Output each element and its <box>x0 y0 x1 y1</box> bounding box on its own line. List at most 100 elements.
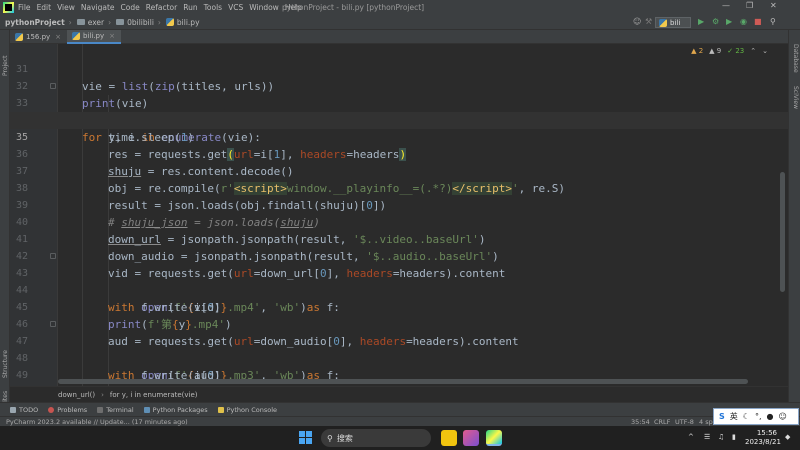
tab-bili-py[interactable]: bili.py × <box>67 30 122 44</box>
coverage-icon[interactable]: ▶ <box>726 17 732 26</box>
nav-crumb-project[interactable]: pythonProject <box>5 18 65 27</box>
volume-icon[interactable]: ♫ <box>718 433 724 441</box>
microphone-icon[interactable]: ● <box>766 412 773 421</box>
punctuation-icon[interactable]: °, <box>755 412 762 421</box>
caret-position[interactable]: 35:54 <box>631 418 650 426</box>
menu-file[interactable]: File <box>18 3 31 12</box>
run-configuration-select[interactable]: bili <box>655 17 691 28</box>
code-line[interactable]: 36 shuju = res.content.decode() <box>10 129 788 178</box>
python-console-label: Python Console <box>226 405 278 414</box>
code-line[interactable]: 47 with open(f'{i[0]}.mp3', 'wb')as f: <box>10 316 788 382</box>
database-tool-button[interactable]: Database <box>792 44 799 73</box>
minimize-icon[interactable]: — <box>722 1 730 10</box>
python-console-tool-button[interactable]: Python Console <box>217 405 278 414</box>
code-line[interactable]: 42 vid = requests.get(url=down_url[0], h… <box>10 231 788 280</box>
windows-start-icon[interactable] <box>299 431 312 444</box>
line-separator[interactable]: CRLF <box>654 418 670 426</box>
close-icon[interactable]: × <box>109 32 115 40</box>
navigation-bar: pythonProject › exer › 0bilibili › bili.… <box>0 15 800 30</box>
menu-navigate[interactable]: Navigate <box>81 3 115 12</box>
chevron-right-icon: › <box>68 17 72 27</box>
system-clock[interactable]: 15:56 2023/8/21 <box>745 429 781 447</box>
left-tool-strip: Project Structure Favorites <box>0 30 10 418</box>
code-line[interactable]: 33 for y, i in enumerate(vie): <box>10 78 788 144</box>
code-editor[interactable]: ▲ 2 ▲ 9 ✓ 23 ⌃ ⌄ 31 vie = list(zip(title… <box>10 44 788 386</box>
user-icon[interactable]: ☺ <box>633 17 641 26</box>
code-line[interactable]: 34 time.sleep(1) <box>10 95 788 144</box>
nav-crumb-exer[interactable]: exer <box>76 18 104 27</box>
code-line[interactable]: 45 print(f'第{y}.mp4') <box>10 282 788 331</box>
menu-edit[interactable]: Edit <box>37 3 52 12</box>
python-file-icon <box>72 32 81 40</box>
nav-crumb-file[interactable]: bili.py <box>165 18 200 27</box>
code-line-current[interactable]: 35 res = requests.get(url=i[1], headers=… <box>10 112 788 161</box>
breadcrumb-function[interactable]: down_url() <box>58 391 95 399</box>
indent-setting[interactable]: 4 sp <box>699 418 713 426</box>
restore-icon[interactable]: ❐ <box>746 1 753 10</box>
code-line[interactable]: 39 # shuju_json = json.loads(shuju) <box>10 180 788 229</box>
search-icon: ⚲ <box>327 433 333 443</box>
project-tool-button[interactable]: Project <box>2 55 9 76</box>
sciview-tool-button[interactable]: SciView <box>792 86 799 109</box>
close-icon[interactable]: ✕ <box>770 1 777 10</box>
code-line[interactable]: 32 print(vie) <box>10 61 788 110</box>
fold-marker-icon[interactable] <box>50 253 56 259</box>
media-app-icon[interactable] <box>463 430 479 446</box>
tray-overflow-icon[interactable]: ^ <box>688 433 694 441</box>
close-icon[interactable]: × <box>55 33 61 41</box>
run-icon[interactable]: ▶ <box>698 17 704 26</box>
notification-icon[interactable]: ◆ <box>785 433 790 441</box>
pycharm-taskbar-icon[interactable] <box>486 430 502 446</box>
python-packages-tool-button[interactable]: Python Packages <box>143 406 208 414</box>
ime-toolbar[interactable]: S 英 ☾ °, ● ☺ <box>713 408 799 425</box>
update-notification[interactable]: PyCharm 2023.2 available // Update... (1… <box>6 418 188 426</box>
code-line[interactable]: 44 f.write(vid) <box>10 265 788 314</box>
hammer-icon[interactable]: ⚒ <box>645 17 652 26</box>
menu-refactor[interactable]: Refactor <box>146 3 177 12</box>
structure-tool-button[interactable]: Structure <box>2 350 9 378</box>
menu-window[interactable]: Window <box>249 3 279 12</box>
code-line[interactable]: 43 with open(f'{i[0]}.mp4', 'wb')as f: <box>10 248 788 314</box>
todo-tool-button[interactable]: TODO <box>10 406 38 414</box>
menu-code[interactable]: Code <box>121 3 140 12</box>
taskbar-search-label: 搜索 <box>336 433 353 443</box>
code-line[interactable]: 38 result = json.loads(obj.findall(shuju… <box>10 163 788 212</box>
profile-icon[interactable]: ◉ <box>740 17 747 26</box>
fold-marker-icon[interactable] <box>50 321 56 327</box>
problems-tool-button[interactable]: Problems <box>48 406 87 414</box>
ime-language[interactable]: 英 <box>730 411 738 422</box>
menu-tools[interactable]: Tools <box>204 3 222 12</box>
code-line[interactable]: 37 obj = re.compile(r'<script>window.__p… <box>10 146 788 195</box>
moon-icon[interactable]: ☾ <box>743 412 750 421</box>
nav-crumb-bilibili[interactable]: 0bilibili <box>116 18 154 27</box>
user-icon[interactable]: ☺ <box>778 412 786 421</box>
menu-view[interactable]: View <box>57 3 75 12</box>
search-icon[interactable]: ⚲ <box>770 17 776 26</box>
python-file-icon <box>165 18 174 26</box>
nav-crumb-bilibili-label: 0bilibili <box>127 17 154 27</box>
battery-icon[interactable]: ▮ <box>732 433 736 441</box>
code-line[interactable]: 49 print(f'第{y}.mp3') <box>10 350 788 381</box>
code-breadcrumb: down_url() › for y, i in enumerate(vie) <box>10 386 788 402</box>
code-line[interactable]: 48 f.write(aud) <box>10 333 788 382</box>
code-line[interactable]: 46 aud = requests.get(url=down_audio[0],… <box>10 299 788 348</box>
menu-vcs[interactable]: VCS <box>228 3 243 12</box>
code-line[interactable]: 41 down_audio = jsonpath.jsonpath(result… <box>10 214 788 263</box>
taskbar-search[interactable]: ⚲ 搜索 <box>321 429 431 447</box>
terminal-tool-button[interactable]: Terminal <box>97 406 134 414</box>
code-line[interactable]: 31 vie = list(zip(titles, urls)) <box>10 44 788 93</box>
window-title: pythonProject - bili.py [pythonProject] <box>282 3 425 12</box>
code-line[interactable]: 40 down_url = jsonpath.jsonpath(result, … <box>10 197 788 246</box>
file-encoding[interactable]: UTF-8 <box>675 418 694 426</box>
run-configuration-label: bili <box>670 18 681 27</box>
breadcrumb-loop[interactable]: for y, i in enumerate(vie) <box>110 391 198 399</box>
file-explorer-icon[interactable] <box>441 430 457 446</box>
fold-marker-icon[interactable] <box>50 83 56 89</box>
vertical-scrollbar[interactable] <box>780 172 785 292</box>
menu-run[interactable]: Run <box>183 3 197 12</box>
horizontal-scrollbar[interactable] <box>58 379 748 384</box>
stop-icon[interactable]: ■ <box>754 17 762 26</box>
wifi-icon[interactable]: ☰ <box>704 433 710 441</box>
debug-icon[interactable]: ⚙ <box>712 17 719 26</box>
tab-156-py[interactable]: 156.py × <box>10 30 67 44</box>
